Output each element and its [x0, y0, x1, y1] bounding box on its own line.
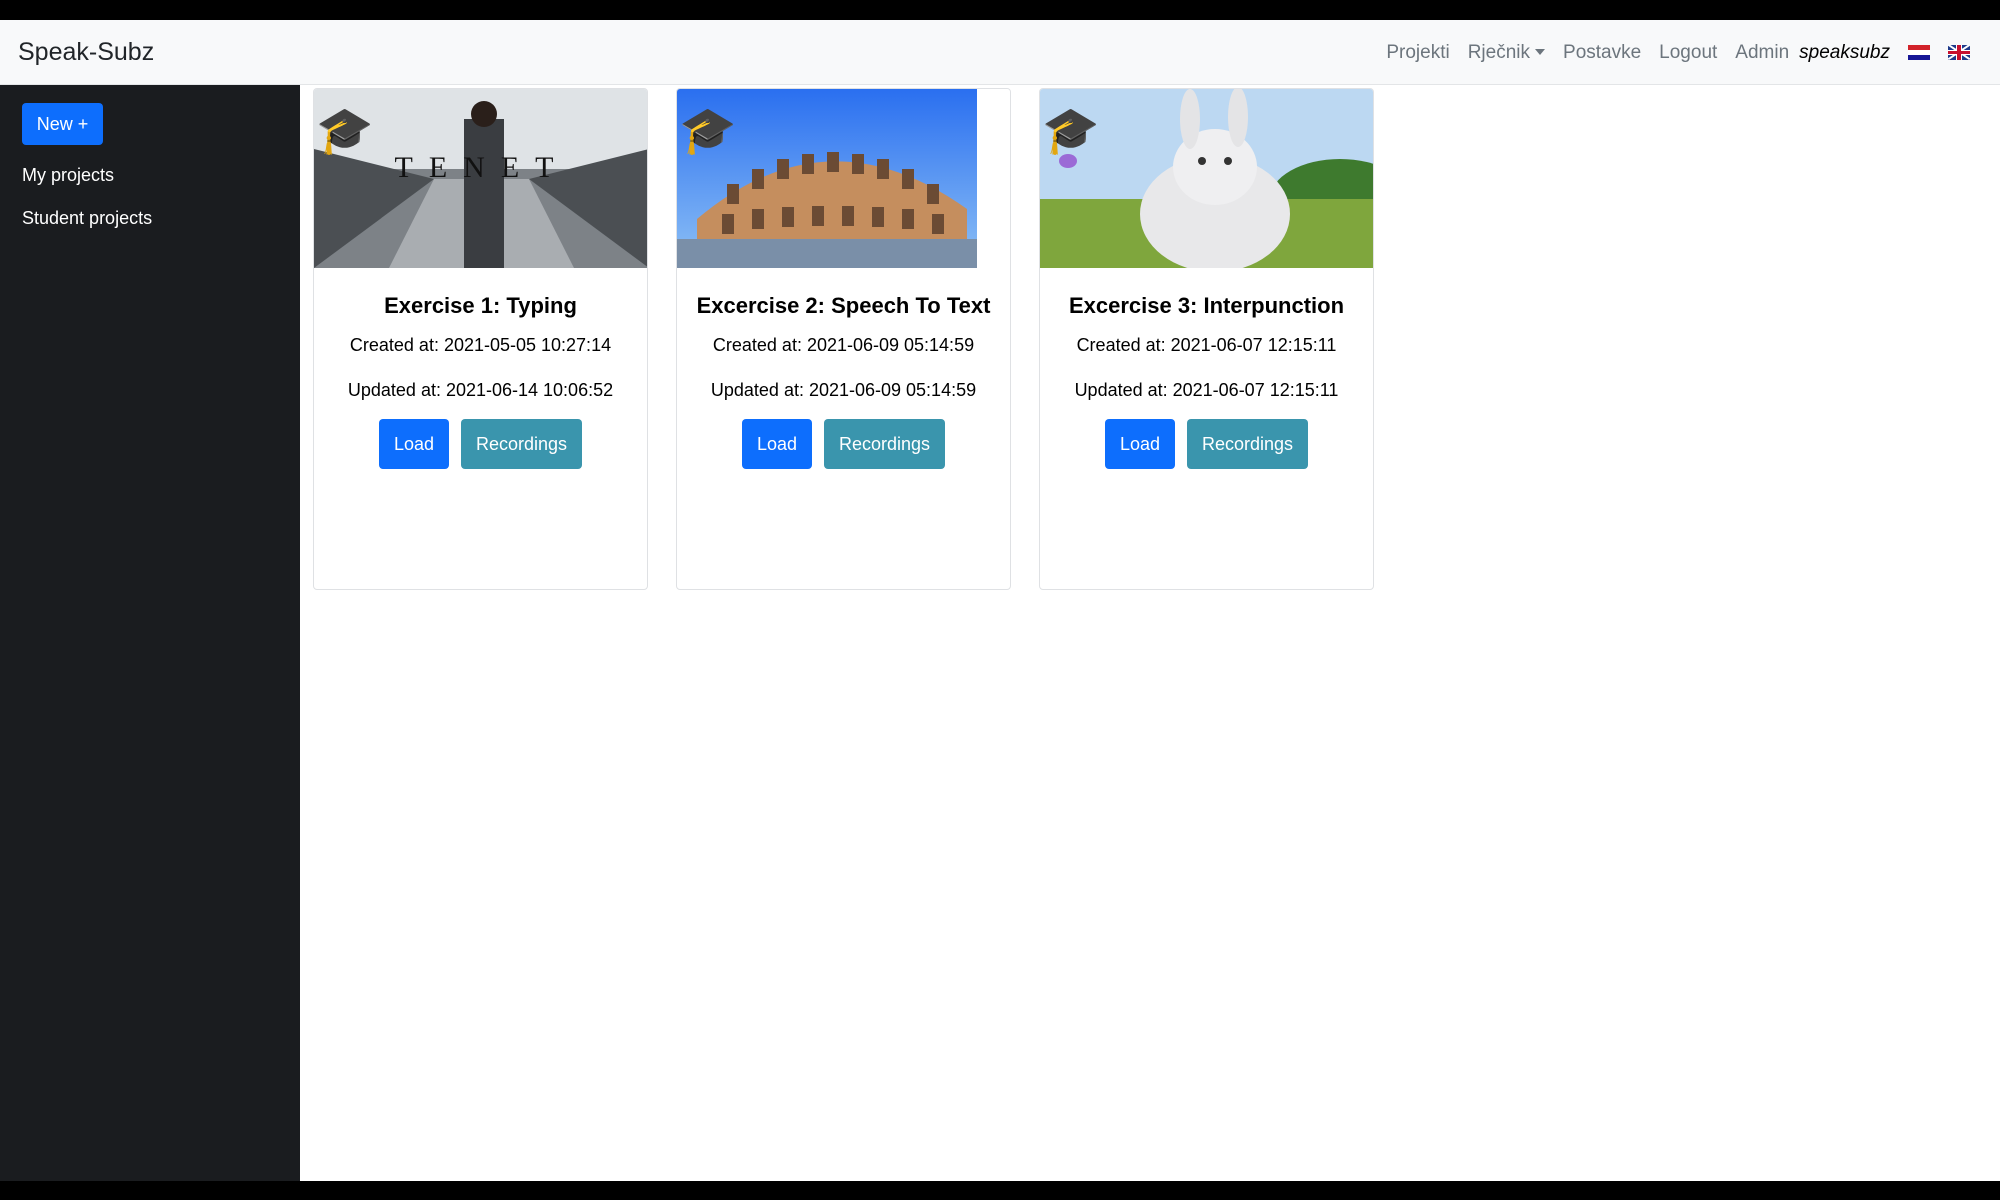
card-actions: Load Recordings	[1040, 419, 1373, 469]
nav-projekti[interactable]: Projekti	[1386, 42, 1449, 64]
recordings-button[interactable]: Recordings	[823, 419, 946, 469]
updated-at: Updated at: 2021-06-14 10:06:52	[347, 380, 614, 400]
nav-rjecnik-label: Rječnik	[1467, 41, 1531, 63]
card-actions: Load Recordings	[314, 419, 647, 469]
created-at: Created at: 2021-05-05 10:27:14	[349, 335, 612, 355]
graduation-cap-icon: 🎓	[1042, 104, 1100, 156]
card-title: Excercise 2: Speech To Text	[696, 293, 991, 318]
project-card-3: 🎓 Excercise 3: Interpunction Created at:…	[1039, 88, 1374, 590]
graduation-cap-icon: 🎓	[679, 104, 737, 156]
croatia-flag-icon[interactable]	[1908, 45, 1930, 60]
created-at: Created at: 2021-06-09 05:14:59	[712, 335, 975, 355]
card-actions: Load Recordings	[677, 419, 1010, 469]
brand-logo[interactable]: Speak-Subz	[18, 20, 154, 85]
nav-logout[interactable]: Logout	[1659, 42, 1717, 64]
sidebar-item-my-projects[interactable]: My projects	[22, 165, 114, 186]
load-button[interactable]: Load	[1104, 419, 1175, 469]
card-thumbnail-arena: 🎓	[677, 89, 1010, 268]
nav-postavke[interactable]: Postavke	[1563, 42, 1641, 64]
sidebar: New + My projects Student projects	[0, 85, 300, 1181]
graduation-cap-icon: 🎓	[316, 104, 374, 156]
nav-menu: Projekti Rječnik Postavke Logout Admin s…	[1368, 20, 1970, 85]
card-thumbnail-tenet: TENET 🎓	[314, 89, 647, 268]
card-title: Exercise 1: Typing	[384, 293, 577, 318]
updated-at: Updated at: 2021-06-09 05:14:59	[710, 380, 977, 400]
nav-rjecnik-dropdown[interactable]: Rječnik	[1467, 41, 1546, 64]
new-project-button[interactable]: New +	[22, 103, 103, 145]
project-card-1: TENET 🎓 Exercise 1: Typing Created at: 2…	[313, 88, 648, 590]
sidebar-item-student-projects[interactable]: Student projects	[22, 208, 152, 229]
created-at: Created at: 2021-06-07 12:15:11	[1076, 335, 1337, 355]
main-content: TENET 🎓 Exercise 1: Typing Created at: 2…	[300, 85, 2000, 1181]
caret-down-icon	[1535, 48, 1546, 55]
uk-flag-icon[interactable]	[1948, 45, 1970, 60]
poster-title: TENET	[395, 151, 570, 184]
load-button[interactable]: Load	[378, 419, 449, 469]
card-thumbnail-bunny: 🎓	[1040, 89, 1373, 268]
username-label: speaksubz	[1799, 41, 1890, 63]
load-button[interactable]: Load	[741, 419, 812, 469]
recordings-button[interactable]: Recordings	[1186, 419, 1309, 469]
project-card-2: 🎓 Excercise 2: Speech To Text Created at…	[676, 88, 1011, 590]
updated-at: Updated at: 2021-06-07 12:15:11	[1074, 380, 1339, 400]
card-title: Excercise 3: Interpunction	[1068, 293, 1345, 318]
recordings-button[interactable]: Recordings	[460, 419, 583, 469]
nav-admin[interactable]: Admin	[1735, 42, 1789, 64]
top-navbar: Speak-Subz Projekti Rječnik Postavke Log…	[0, 20, 2000, 85]
